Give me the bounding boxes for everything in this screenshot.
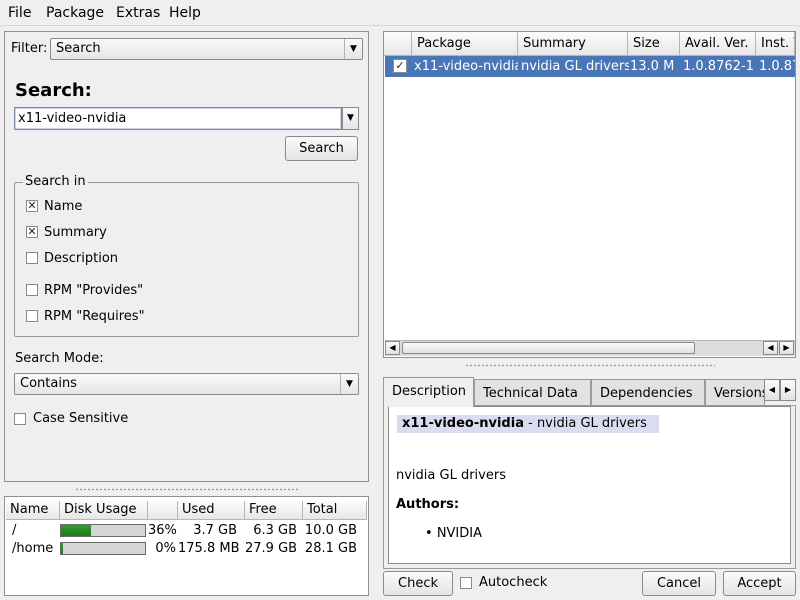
- menu-package[interactable]: Package: [46, 5, 104, 21]
- search-mode-value: Contains: [20, 376, 77, 391]
- package-inst-version: 1.0.8762-1: [759, 59, 795, 74]
- menubar: File Package Extras Help: [0, 0, 800, 26]
- chevron-down-icon: ▼: [344, 39, 362, 59]
- col-summary[interactable]: Summary: [518, 32, 628, 56]
- filter-label: Filter:: [11, 41, 48, 56]
- col-avail-version[interactable]: Avail. Ver.: [680, 32, 756, 56]
- disk-total: 10.0 GB: [304, 523, 357, 538]
- search-name-label: Name: [44, 199, 83, 214]
- tab-versions[interactable]: Versions: [705, 379, 765, 406]
- authors-label: Authors:: [396, 497, 460, 512]
- disk-col-usage[interactable]: Disk Usage: [60, 501, 148, 520]
- menu-help[interactable]: Help: [169, 5, 201, 21]
- horizontal-scrollbar[interactable]: ◀ ◀ ▶: [385, 340, 795, 356]
- tab-dependencies[interactable]: Dependencies: [591, 379, 705, 406]
- description-view: x11-video-nvidia - nvidia GL drivers nvi…: [388, 406, 791, 564]
- package-install-checkbox[interactable]: ✓: [393, 59, 407, 73]
- disk-used: 3.7 GB: [193, 523, 237, 538]
- description-body: nvidia GL drivers: [396, 468, 506, 483]
- accept-button[interactable]: Accept: [723, 571, 796, 596]
- tab-scroll-right-icon[interactable]: ▶: [780, 379, 796, 401]
- description-package-name: x11-video-nvidia: [402, 416, 524, 431]
- disk-used: 175.8 MB: [178, 541, 240, 556]
- package-avail-version: 1.0.8762-1: [683, 59, 754, 74]
- disk-usage-fill: [61, 525, 92, 536]
- disk-usage-bar: [60, 542, 146, 555]
- search-name-checkbox[interactable]: ✕: [26, 200, 38, 212]
- search-history-dropdown[interactable]: ▼: [342, 107, 359, 130]
- search-provides-checkbox[interactable]: [26, 284, 38, 296]
- scroll-left-icon[interactable]: ◀: [763, 341, 778, 355]
- menu-extras[interactable]: Extras: [116, 5, 160, 21]
- description-summary: - nvidia GL drivers: [523, 416, 647, 431]
- disk-col-free[interactable]: Free: [245, 501, 303, 520]
- tab-technical-data[interactable]: Technical Data: [474, 379, 591, 406]
- search-provides-label: RPM "Provides": [44, 283, 144, 298]
- search-mode-combo[interactable]: Contains ▼: [14, 373, 359, 395]
- col-inst-version[interactable]: Inst. Ver.: [756, 32, 795, 56]
- disk-name: /: [12, 523, 17, 538]
- search-in-frame: Search in ✕ Name ✕ Summary Description R…: [14, 174, 359, 337]
- disk-percent: 0%: [155, 541, 176, 556]
- search-in-label: Search in: [23, 174, 88, 189]
- search-input[interactable]: x11-video-nvidia ▼: [14, 107, 359, 130]
- disk-free: 27.9 GB: [245, 541, 298, 556]
- disk-col-percent[interactable]: [148, 501, 178, 520]
- tab-description[interactable]: Description: [383, 377, 474, 407]
- search-requires-label: RPM "Requires": [44, 309, 145, 324]
- case-sensitive-label: Case Sensitive: [33, 411, 129, 426]
- disk-col-used[interactable]: Used: [178, 501, 245, 520]
- search-heading: Search:: [15, 80, 92, 101]
- search-description-label: Description: [44, 251, 119, 266]
- disk-usage-fill: [61, 543, 63, 554]
- disk-name: /home: [12, 541, 54, 556]
- scrollbar-thumb[interactable]: [402, 342, 695, 354]
- cancel-button[interactable]: Cancel: [642, 571, 716, 596]
- search-requires-checkbox[interactable]: [26, 310, 38, 322]
- tab-scroll-left-icon[interactable]: ◀: [764, 379, 780, 401]
- package-size: 13.0 M: [630, 59, 675, 74]
- search-summary-label: Summary: [44, 225, 107, 240]
- pane-grip[interactable]: [75, 488, 300, 491]
- col-status[interactable]: [384, 32, 412, 56]
- disk-col-name[interactable]: Name: [6, 501, 60, 520]
- search-mode-label: Search Mode:: [15, 351, 104, 366]
- filter-combo[interactable]: Search ▼: [50, 38, 363, 60]
- disk-usage-pane: Name Disk Usage Used Free Total / 36% 3.…: [4, 496, 369, 596]
- table-row[interactable]: ✓ x11-video-nvidia nvidia GL drivers 13.…: [385, 56, 795, 77]
- package-name: x11-video-nvidia: [414, 59, 518, 74]
- disk-col-total[interactable]: Total: [303, 501, 367, 520]
- check-button[interactable]: Check: [383, 571, 453, 596]
- search-button[interactable]: Search: [285, 136, 358, 161]
- search-query: x11-video-nvidia: [18, 111, 127, 126]
- autocheck-checkbox[interactable]: [460, 577, 472, 589]
- search-pane: Filter: Search ▼ Search: x11-video-nvidi…: [4, 31, 369, 482]
- author-item: • NVIDIA: [425, 526, 483, 541]
- search-summary-checkbox[interactable]: ✕: [26, 226, 38, 238]
- col-package[interactable]: Package: [412, 32, 518, 56]
- package-summary: nvidia GL drivers: [521, 59, 629, 74]
- disk-percent: 36%: [148, 523, 177, 538]
- disk-free: 6.3 GB: [253, 523, 297, 538]
- filter-value: Search: [56, 41, 101, 56]
- disk-usage-bar: [60, 524, 146, 537]
- package-list: Package Summary Size Avail. Ver. Inst. V…: [383, 31, 796, 358]
- author-name: NVIDIA: [436, 526, 483, 541]
- menu-file[interactable]: File: [8, 5, 31, 21]
- case-sensitive-checkbox[interactable]: [14, 413, 26, 425]
- search-description-checkbox[interactable]: [26, 252, 38, 264]
- pane-grip[interactable]: [465, 364, 715, 367]
- description-title: x11-video-nvidia - nvidia GL drivers: [397, 415, 659, 433]
- autocheck-label: Autocheck: [479, 575, 548, 590]
- scroll-left-icon[interactable]: ◀: [385, 341, 400, 355]
- scroll-right-icon[interactable]: ▶: [779, 341, 794, 355]
- disk-total: 28.1 GB: [304, 541, 357, 556]
- chevron-down-icon: ▼: [340, 374, 358, 394]
- col-size[interactable]: Size: [628, 32, 680, 56]
